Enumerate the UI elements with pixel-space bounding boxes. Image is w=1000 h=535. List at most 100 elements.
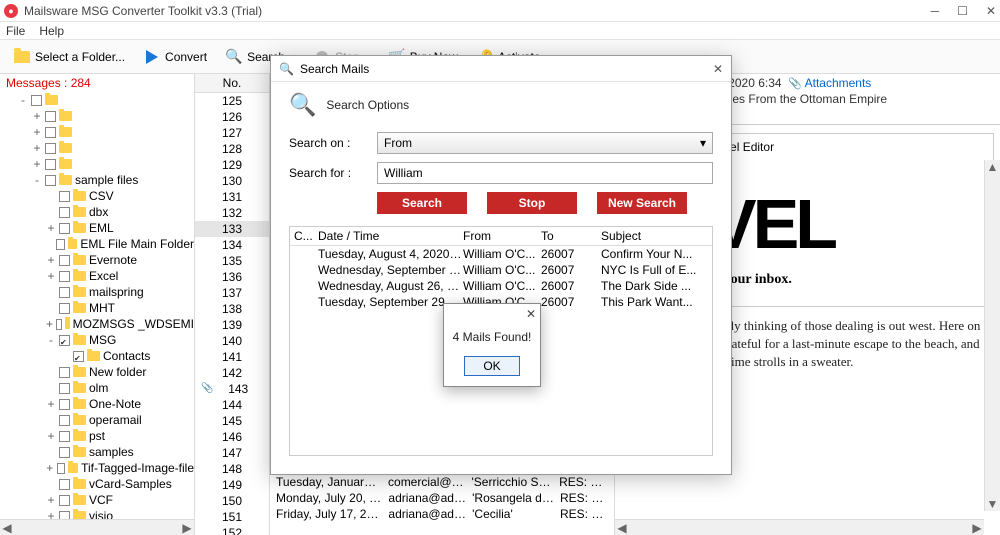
tree-item[interactable]: +	[4, 124, 194, 140]
number-row[interactable]: 150	[195, 493, 269, 509]
tree-checkbox[interactable]	[31, 95, 42, 106]
tree-checkbox[interactable]	[59, 255, 70, 266]
minimize-button[interactable]: ─	[931, 4, 940, 18]
tree-checkbox[interactable]	[59, 447, 70, 458]
expand-icon[interactable]: +	[46, 397, 56, 411]
tree-hscroll[interactable]: ◀ ▶	[0, 519, 194, 535]
tree-item[interactable]: +	[4, 108, 194, 124]
tree-item[interactable]: samples	[4, 444, 194, 460]
col-to[interactable]: To	[541, 229, 601, 243]
tree-item[interactable]: +Excel	[4, 268, 194, 284]
number-row[interactable]: 126	[195, 109, 269, 125]
tree-checkbox[interactable]	[59, 431, 70, 442]
number-row[interactable]: 📎143	[195, 381, 269, 397]
tree-item[interactable]: +Evernote	[4, 252, 194, 268]
preview-hscroll[interactable]: ◀ ▶	[615, 519, 984, 535]
maximize-button[interactable]: ☐	[957, 4, 968, 18]
message-row[interactable]: Monday, July 20, 200...adriana@adrian...…	[270, 490, 614, 506]
tree-checkbox[interactable]	[45, 159, 56, 170]
number-row[interactable]: 146	[195, 429, 269, 445]
tree-checkbox[interactable]	[59, 271, 70, 282]
dialog-new-search-button[interactable]: New Search	[597, 192, 687, 214]
tree-checkbox[interactable]	[59, 335, 70, 346]
tree-item[interactable]: +MOZMSGS _WDSEMI	[4, 316, 194, 332]
search-for-input[interactable]	[377, 162, 713, 184]
tree-checkbox[interactable]	[45, 143, 56, 154]
number-row[interactable]: 151	[195, 509, 269, 525]
tree-checkbox[interactable]	[45, 127, 56, 138]
col-subject[interactable]: Subject	[601, 229, 708, 243]
number-row[interactable]: 131	[195, 189, 269, 205]
expand-icon[interactable]: +	[46, 509, 56, 519]
tree-checkbox[interactable]	[59, 399, 70, 410]
tree-checkbox[interactable]	[73, 351, 84, 362]
number-row[interactable]: 132	[195, 205, 269, 221]
tree-item[interactable]: EML File Main Folder	[4, 236, 194, 252]
menu-file[interactable]: File	[6, 24, 25, 38]
search-on-select[interactable]: From ▾	[377, 132, 713, 154]
expand-icon[interactable]: +	[46, 253, 56, 267]
tree-checkbox[interactable]	[56, 319, 62, 330]
tree-item[interactable]: CSV	[4, 188, 194, 204]
tree-item[interactable]: olm	[4, 380, 194, 396]
msgbox-close-button[interactable]: ✕	[526, 307, 536, 321]
tree-item[interactable]: +visio	[4, 508, 194, 519]
tree-checkbox[interactable]	[59, 383, 70, 394]
number-row[interactable]: 152	[195, 525, 269, 535]
preview-vscroll[interactable]: ▲ ▼	[984, 160, 1000, 511]
number-row[interactable]: 145	[195, 413, 269, 429]
number-row[interactable]: 130	[195, 173, 269, 189]
tree-item[interactable]: mailspring	[4, 284, 194, 300]
tree-checkbox[interactable]	[59, 495, 70, 506]
tree-checkbox[interactable]	[45, 111, 56, 122]
tree-item[interactable]: -sample files	[4, 172, 194, 188]
scroll-up-icon[interactable]: ▲	[986, 160, 1000, 174]
expand-icon[interactable]: +	[46, 317, 53, 331]
number-row[interactable]: 127	[195, 125, 269, 141]
tree-item[interactable]: +VCF	[4, 492, 194, 508]
number-row[interactable]: 137	[195, 285, 269, 301]
number-row[interactable]: 144	[195, 397, 269, 413]
menu-help[interactable]: Help	[39, 24, 64, 38]
dialog-close-button[interactable]: ✕	[713, 62, 723, 76]
number-row[interactable]: 147	[195, 445, 269, 461]
number-row[interactable]: 125	[195, 93, 269, 109]
result-row[interactable]: Tuesday, August 4, 2020 2:53:...William …	[290, 246, 712, 262]
number-header[interactable]: No.	[195, 74, 269, 93]
expand-icon[interactable]: +	[32, 109, 42, 123]
attachments-link[interactable]: Attachments	[805, 76, 872, 90]
tree-checkbox[interactable]	[59, 415, 70, 426]
expand-icon[interactable]: -	[46, 333, 56, 347]
number-row[interactable]: 136	[195, 269, 269, 285]
result-row[interactable]: Wednesday, September 16, 20...William O'…	[290, 262, 712, 278]
tree-checkbox[interactable]	[59, 287, 70, 298]
message-row[interactable]: Friday, July 17, 2009 ...adriana@adrian.…	[270, 506, 614, 522]
scroll-right-icon[interactable]: ▶	[970, 521, 984, 535]
number-row[interactable]: 141	[195, 349, 269, 365]
scroll-down-icon[interactable]: ▼	[986, 497, 1000, 511]
tree-checkbox[interactable]	[59, 511, 70, 520]
tree-item[interactable]: +	[4, 156, 194, 172]
number-row[interactable]: 142	[195, 365, 269, 381]
number-row[interactable]: 149	[195, 477, 269, 493]
number-row[interactable]: 138	[195, 301, 269, 317]
scroll-right-icon[interactable]: ▶	[180, 521, 194, 535]
folder-tree[interactable]: -++++-sample filesCSVdbx+EMLEML File Mai…	[0, 92, 194, 519]
number-row[interactable]: 135	[195, 253, 269, 269]
expand-icon[interactable]: +	[32, 157, 42, 171]
convert-button[interactable]: Convert	[136, 45, 214, 69]
msgbox-ok-button[interactable]: OK	[464, 356, 520, 376]
tree-item[interactable]: +EML	[4, 220, 194, 236]
expand-icon[interactable]: +	[46, 221, 56, 235]
result-row[interactable]: Wednesday, August 26, 2020 ...William O'…	[290, 278, 712, 294]
expand-icon[interactable]: -	[18, 93, 28, 107]
tree-checkbox[interactable]	[56, 239, 65, 250]
tree-item[interactable]: operamail	[4, 412, 194, 428]
expand-icon[interactable]: -	[32, 173, 42, 187]
dialog-search-button[interactable]: Search	[377, 192, 467, 214]
tree-item[interactable]: vCard-Samples	[4, 476, 194, 492]
message-row[interactable]: Tuesday, January 17, ...comercial@serri.…	[270, 474, 614, 490]
tree-checkbox[interactable]	[59, 367, 70, 378]
tree-checkbox[interactable]	[59, 223, 70, 234]
tree-checkbox[interactable]	[45, 175, 56, 186]
